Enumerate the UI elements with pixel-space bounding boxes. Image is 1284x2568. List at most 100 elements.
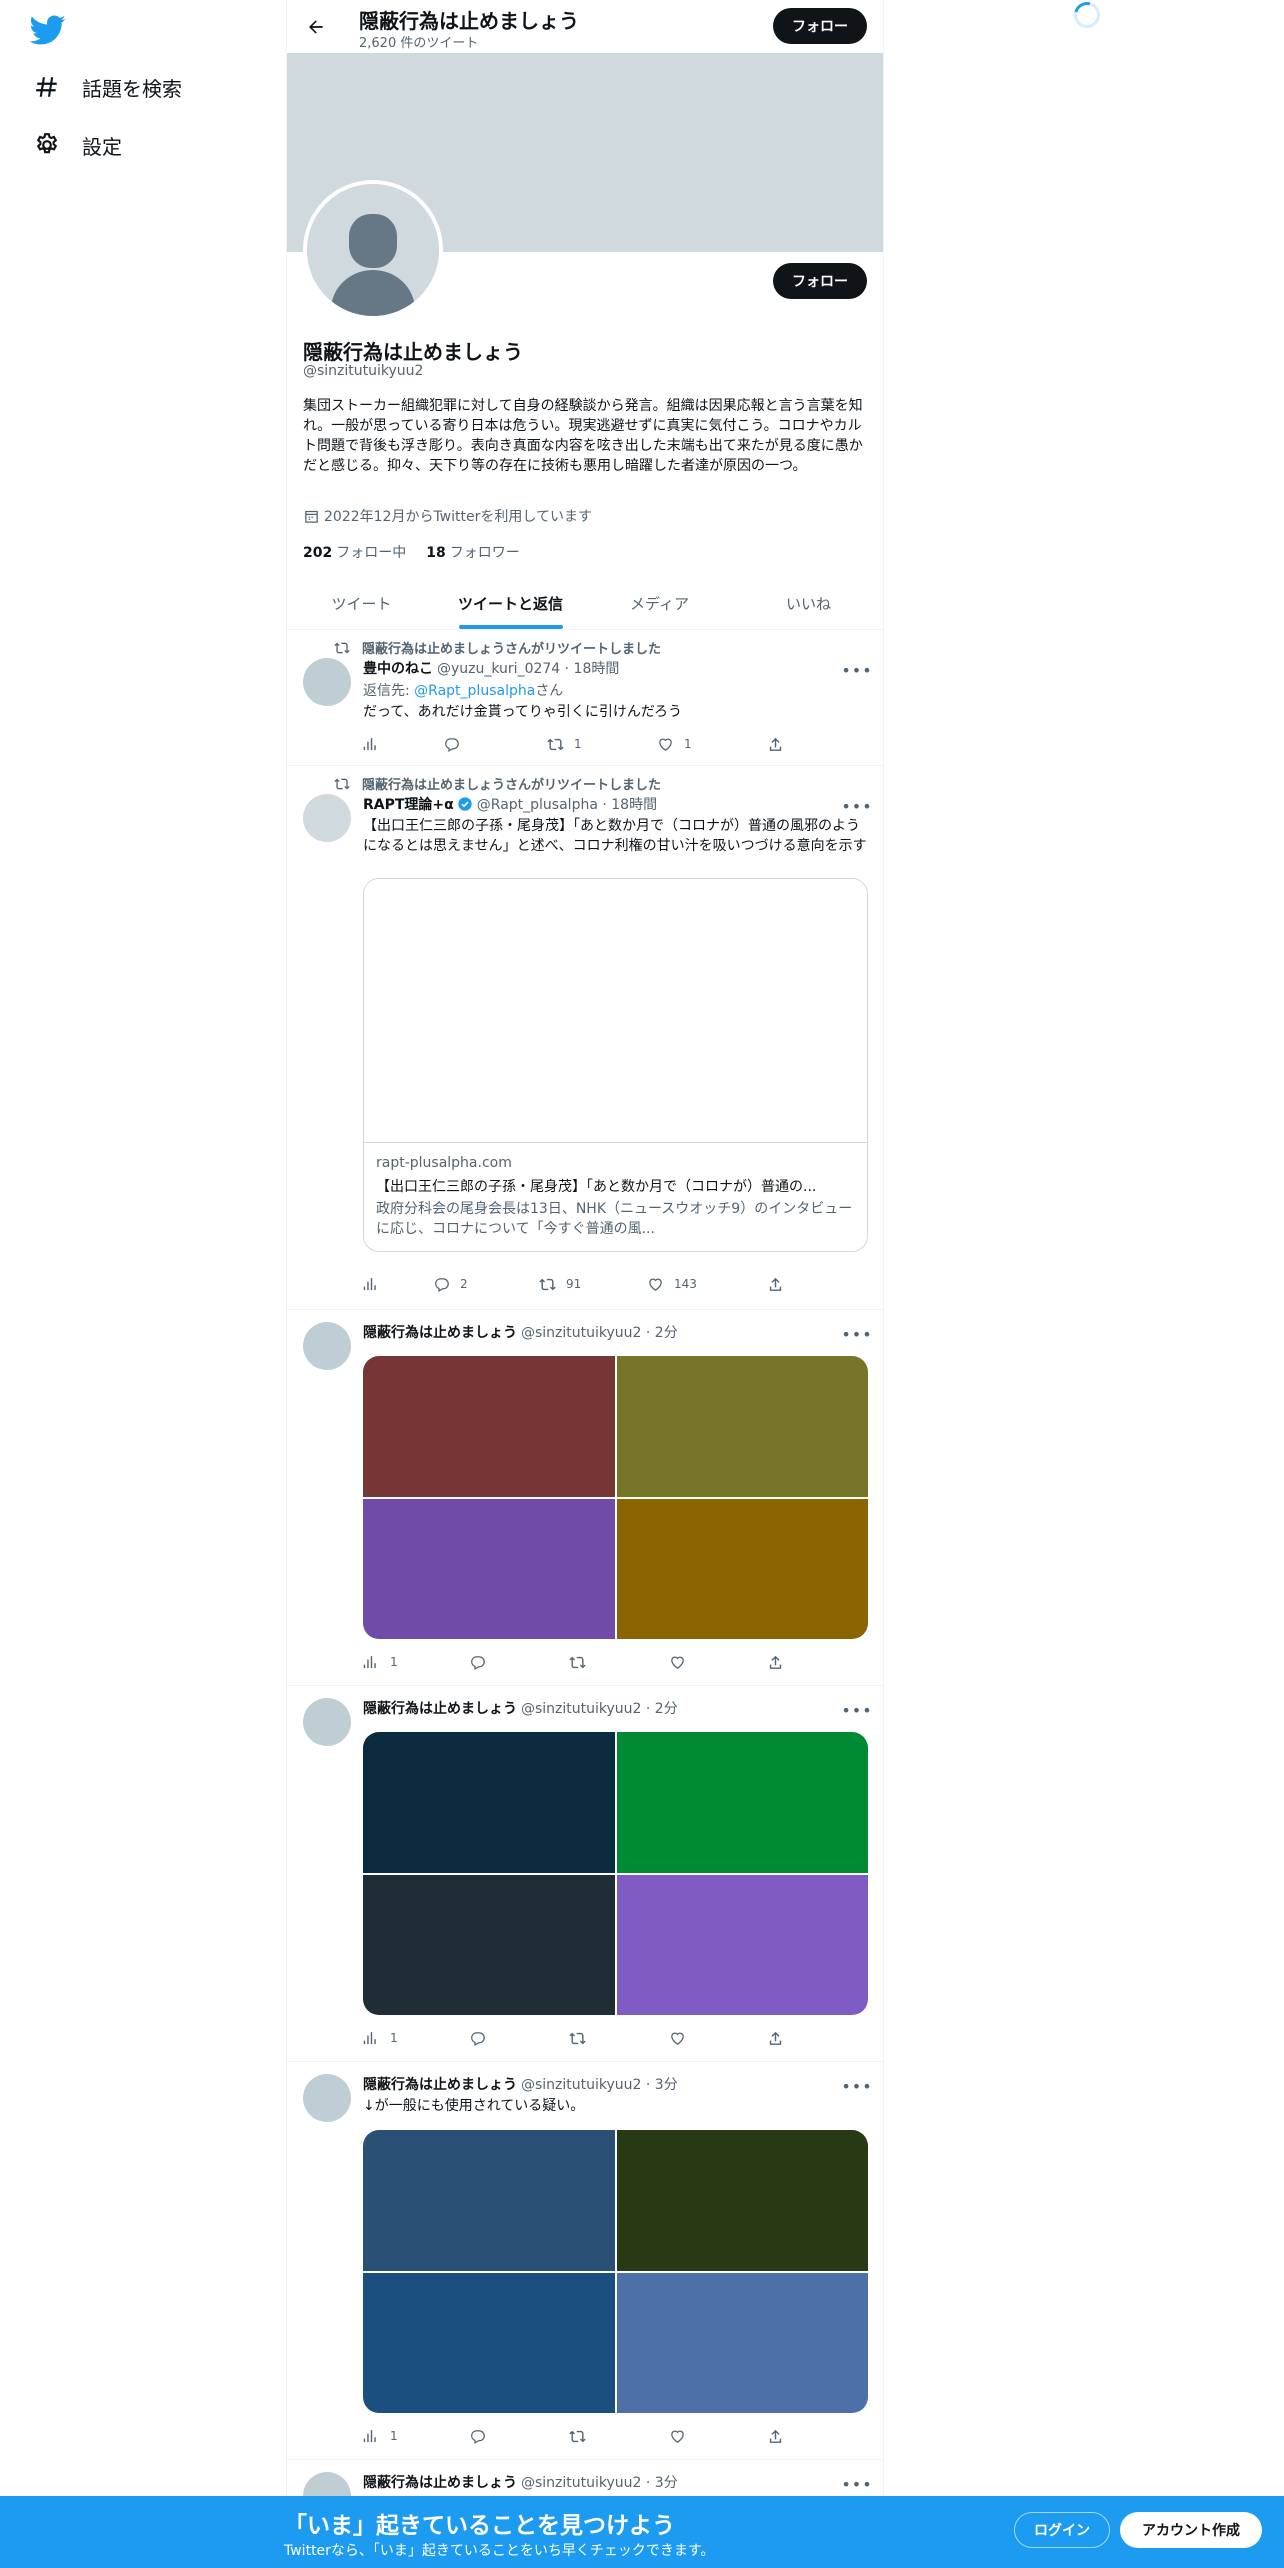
more-options-icon[interactable]: ••• xyxy=(841,1700,871,1720)
more-options-icon[interactable]: ••• xyxy=(841,1324,871,1344)
share-button[interactable] xyxy=(767,1654,784,1671)
tweet-header: 隠蔽行為は止めましょう @sinzitutuikyuu2 · 3分 xyxy=(363,2074,678,2094)
tweet[interactable]: 隠蔽行為は止めましょうさんがリツイートしました RAPT理論+α @Rapt_p… xyxy=(287,766,883,1310)
reply-context: 返信先: @Rapt_plusalphaさん xyxy=(363,680,563,700)
tweet-author-handle[interactable]: @sinzitutuikyuu2 · 2分 xyxy=(521,1698,678,1718)
signup-banner-subtitle: Twitterなら、「いま」起きていることをいち早くチェックできます。 xyxy=(284,2543,715,2559)
reply-button[interactable] xyxy=(469,1654,486,1671)
more-options-icon[interactable]: ••• xyxy=(841,660,871,680)
twitter-logo-icon[interactable] xyxy=(29,12,66,48)
nav-settings[interactable]: 設定 xyxy=(34,125,122,165)
media-image[interactable] xyxy=(363,1874,615,2015)
avatar[interactable] xyxy=(303,658,351,706)
reply-icon xyxy=(471,2429,485,2444)
media-image[interactable] xyxy=(616,2272,868,2413)
tweet-header: 隠蔽行為は止めましょう @sinzitutuikyuu2 · 3分 xyxy=(363,2472,678,2492)
like-button[interactable]: 1 xyxy=(657,736,692,753)
tweet[interactable]: 隠蔽行為は止めましょうさんがリツイートしました 豊中のねこ @yuzu_kuri… xyxy=(287,630,883,766)
following-link[interactable]: 202 フォロー中 xyxy=(303,542,406,562)
tweet-author-name[interactable]: 隠蔽行為は止めましょう xyxy=(363,1698,517,1718)
tweet-author-handle[interactable]: @sinzitutuikyuu2 · 3分 xyxy=(521,2074,678,2094)
reply-button[interactable] xyxy=(469,2030,486,2047)
signup-banner: 「いま」起きていることを見つけよう Twitterなら、「いま」起きていることを… xyxy=(0,2496,1284,2568)
media-image[interactable] xyxy=(363,1732,615,1873)
profile-avatar[interactable] xyxy=(303,180,443,320)
analytics-icon xyxy=(363,1655,376,1668)
login-button[interactable]: ログイン xyxy=(1014,2512,1110,2548)
media-image[interactable] xyxy=(363,1356,615,1497)
following-label: フォロー中 xyxy=(336,545,407,561)
retweet-button[interactable] xyxy=(569,1654,586,1671)
tweet-author-handle[interactable]: @yuzu_kuri_0274 · 18時間 xyxy=(437,658,619,678)
avatar[interactable] xyxy=(303,1698,351,1746)
avatar[interactable] xyxy=(303,794,351,842)
share-button[interactable] xyxy=(767,2030,784,2047)
link-card[interactable]: rapt-plusalpha.com 【出口王仁三郎の子孫・尾身茂】「あと数か月… xyxy=(363,878,868,1252)
signup-button[interactable]: アカウント作成 xyxy=(1120,2512,1262,2548)
tab-media[interactable]: メディア xyxy=(585,578,734,629)
more-options-icon[interactable]: ••• xyxy=(841,2474,871,2494)
retweet-button[interactable]: 91 xyxy=(539,1276,581,1293)
back-button[interactable] xyxy=(301,12,331,42)
tweet[interactable]: 隠蔽行為は止めましょう @sinzitutuikyuu2 · 2分 ••• 1 xyxy=(287,1310,883,1686)
like-button[interactable] xyxy=(669,1654,686,1671)
share-button[interactable] xyxy=(767,736,784,753)
media-grid xyxy=(363,1356,868,1639)
media-image[interactable] xyxy=(363,1498,615,1639)
reply-button[interactable]: 2 xyxy=(433,1276,468,1293)
tweet-author-handle[interactable]: @Rapt_plusalpha · 18時間 xyxy=(477,794,657,814)
tweet-author-handle[interactable]: @sinzitutuikyuu2 · 2分 xyxy=(521,1322,678,1342)
media-image[interactable] xyxy=(616,1498,868,1639)
views-button[interactable]: 1 xyxy=(363,2428,398,2445)
link-card-description: 政府分科会の尾身会長は13日、NHK（ニュースウオッチ9）のインタビューに応じ、… xyxy=(376,1201,853,1237)
header-follow-button[interactable]: フォロー xyxy=(773,8,867,44)
like-button[interactable] xyxy=(669,2428,686,2445)
tab-tweets-and-replies[interactable]: ツイートと返信 xyxy=(436,578,585,629)
share-button[interactable] xyxy=(767,1276,784,1293)
reply-button[interactable] xyxy=(443,736,460,753)
tweet-author-name[interactable]: RAPT理論+α xyxy=(363,794,454,814)
retweet-text: 隠蔽行為は止めましょうさんがリツイートしました xyxy=(362,642,662,657)
views-button[interactable]: 1 xyxy=(363,2030,398,2047)
tab-tweets[interactable]: ツイート xyxy=(287,578,436,629)
media-image[interactable] xyxy=(616,2130,868,2271)
media-image[interactable] xyxy=(616,1732,868,1873)
like-button[interactable]: 143 xyxy=(647,1276,697,1293)
tweet-author-handle[interactable]: @sinzitutuikyuu2 · 3分 xyxy=(521,2472,678,2492)
share-button[interactable] xyxy=(767,2428,784,2445)
like-button[interactable] xyxy=(669,2030,686,2047)
avatar[interactable] xyxy=(303,1322,351,1370)
views-button[interactable] xyxy=(363,736,380,753)
media-image[interactable] xyxy=(363,2272,615,2413)
retweet-button[interactable] xyxy=(569,2030,586,2047)
tab-likes[interactable]: いいね xyxy=(734,578,883,629)
nav-explore[interactable]: 話題を検索 xyxy=(34,67,182,107)
link-card-title: 【出口王仁三郎の子孫・尾身茂】「あと数か月で（コロナが）普通の... xyxy=(376,1179,817,1195)
nav-settings-label: 設定 xyxy=(82,134,122,159)
reply-button[interactable] xyxy=(469,2428,486,2445)
tweet[interactable]: 隠蔽行為は止めましょう @sinzitutuikyuu2 · 2分 ••• 1 xyxy=(287,1686,883,2062)
views-button[interactable]: 1 xyxy=(363,1654,398,1671)
tweet-actions: 2 91 143 xyxy=(363,1274,803,1294)
tweet-author-name[interactable]: 隠蔽行為は止めましょう xyxy=(363,2074,517,2094)
more-options-icon[interactable]: ••• xyxy=(841,796,871,816)
media-image[interactable] xyxy=(616,1874,868,2015)
share-icon xyxy=(769,2429,782,2443)
tweet-author-name[interactable]: 隠蔽行為は止めましょう xyxy=(363,2472,517,2492)
views-button[interactable] xyxy=(363,1276,380,1293)
profile-follow-button[interactable]: フォロー xyxy=(773,263,867,299)
followers-link[interactable]: 18 フォロワー xyxy=(426,542,519,562)
reply-mention-link[interactable]: @Rapt_plusalpha xyxy=(414,683,535,699)
arrow-left-icon xyxy=(309,20,323,34)
more-options-icon[interactable]: ••• xyxy=(841,2076,871,2096)
media-image[interactable] xyxy=(616,1356,868,1497)
views-count: 1 xyxy=(390,2031,398,2045)
profile-joined: 2022年12月からTwitterを利用しています xyxy=(303,506,592,526)
tweet-author-name[interactable]: 豊中のねこ xyxy=(363,658,433,678)
retweet-button[interactable] xyxy=(569,2428,586,2445)
avatar[interactable] xyxy=(303,2074,351,2122)
tweet[interactable]: 隠蔽行為は止めましょう @sinzitutuikyuu2 · 3分 ••• ↓が… xyxy=(287,2062,883,2460)
retweet-button[interactable]: 1 xyxy=(547,736,582,753)
media-image[interactable] xyxy=(363,2130,615,2271)
tweet-author-name[interactable]: 隠蔽行為は止めましょう xyxy=(363,1322,517,1342)
